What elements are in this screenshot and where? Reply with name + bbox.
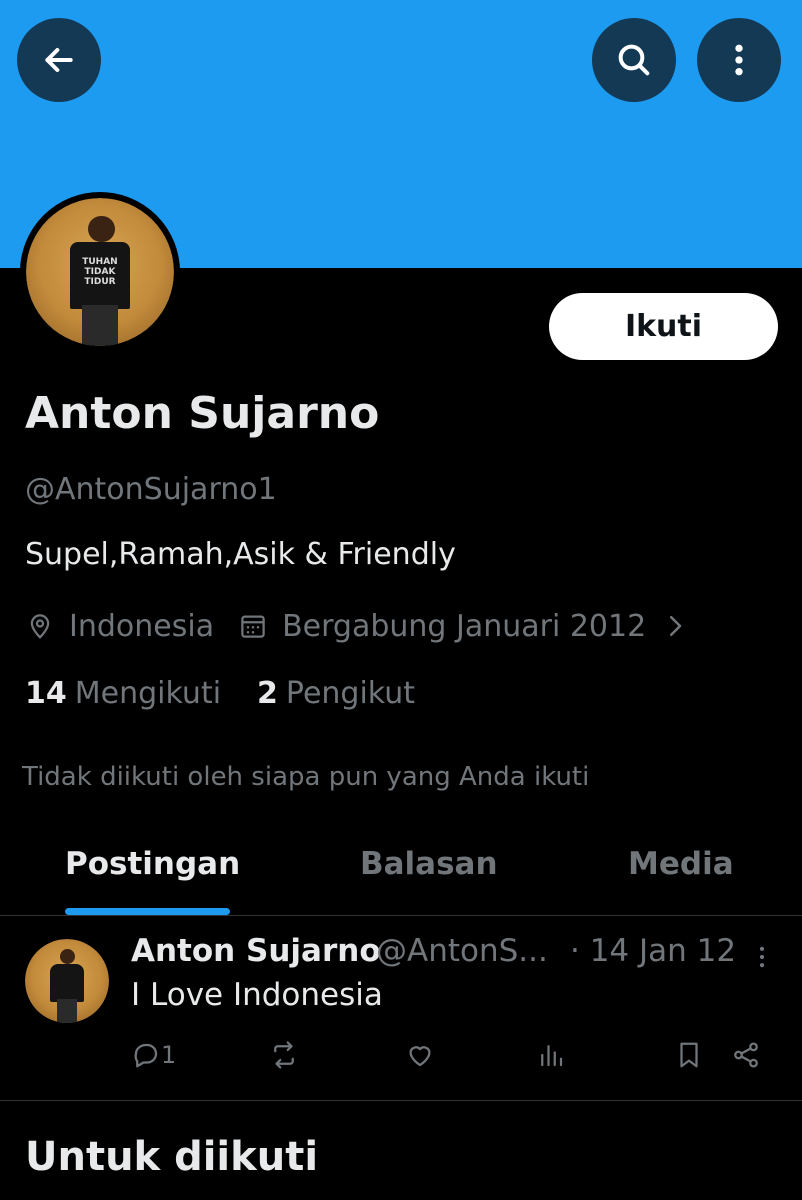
post-handle[interactable]: @AntonS... <box>376 933 548 969</box>
profile-handle: @AntonSujarno1 <box>25 472 277 507</box>
tab-posts[interactable]: Postingan <box>65 846 240 882</box>
post-item[interactable]: Anton Sujarno @AntonS... · 14 Jan 12 I L… <box>0 917 802 1101</box>
avatar-photo: TUHAN TIDAK TIDUR <box>26 198 174 346</box>
repost-icon <box>274 1041 294 1069</box>
not-followed-note: Tidak diikuti oleh siapa pun yang Anda i… <box>22 762 590 792</box>
post-actions: 1 <box>131 1035 781 1075</box>
share-button[interactable] <box>731 1035 761 1075</box>
followers-count[interactable]: 2 <box>257 676 278 711</box>
reply-button[interactable]: 1 <box>131 1035 176 1075</box>
bookmark-button[interactable] <box>674 1035 704 1075</box>
bar-chart-icon <box>541 1045 563 1067</box>
views-button[interactable] <box>536 1035 566 1075</box>
post-text: I Love Indonesia <box>131 977 383 1013</box>
avatar-photo <box>25 939 109 1023</box>
tab-replies[interactable]: Balasan <box>360 846 498 882</box>
repost-button[interactable] <box>269 1035 299 1075</box>
post-avatar[interactable] <box>25 939 109 1023</box>
profile-stats: 14 Mengikuti 2 Pengikut <box>25 676 415 711</box>
more-options-button[interactable] <box>697 18 781 102</box>
profile-name: Anton Sujarno <box>25 388 380 439</box>
heart-icon <box>409 1046 431 1067</box>
like-button[interactable] <box>405 1035 435 1075</box>
search-button[interactable] <box>592 18 676 102</box>
following-count[interactable]: 14 <box>25 676 67 711</box>
back-button[interactable] <box>17 18 101 102</box>
post-author[interactable]: Anton Sujarno <box>131 933 381 969</box>
post-more-icon[interactable] <box>748 939 776 975</box>
arrow-left-icon <box>45 48 73 72</box>
active-tab-indicator <box>65 908 230 915</box>
chevron-right-icon[interactable] <box>660 611 690 641</box>
bookmark-icon <box>680 1042 698 1068</box>
profile-bio: Supel,Ramah,Asik & Friendly <box>25 537 456 572</box>
follow-button[interactable]: Ikuti <box>549 293 778 360</box>
following-label[interactable]: Mengikuti <box>75 676 221 711</box>
followers-label[interactable]: Pengikut <box>286 676 415 711</box>
post-date[interactable]: · 14 Jan 12 <box>570 933 736 969</box>
tab-media[interactable]: Media <box>628 846 734 882</box>
reply-count: 1 <box>161 1041 177 1069</box>
location-pin-icon <box>30 614 50 639</box>
avatar-shirt-text: TUHAN TIDAK TIDUR <box>82 257 118 288</box>
search-icon <box>618 44 650 76</box>
profile-location: Indonesia <box>69 608 215 644</box>
profile-joined: Bergabung Januari 2012 <box>282 608 647 644</box>
who-to-follow-title: Untuk diikuti <box>25 1134 319 1180</box>
more-vertical-icon <box>735 44 743 76</box>
profile-tabs: Postingan Balasan Media <box>0 820 802 916</box>
reply-icon <box>134 1043 158 1068</box>
share-icon <box>734 1042 758 1068</box>
profile-meta: Indonesia Bergabung Januari 2012 <box>25 605 690 647</box>
profile-avatar[interactable]: TUHAN TIDAK TIDUR <box>20 192 180 352</box>
calendar-icon <box>241 615 265 638</box>
